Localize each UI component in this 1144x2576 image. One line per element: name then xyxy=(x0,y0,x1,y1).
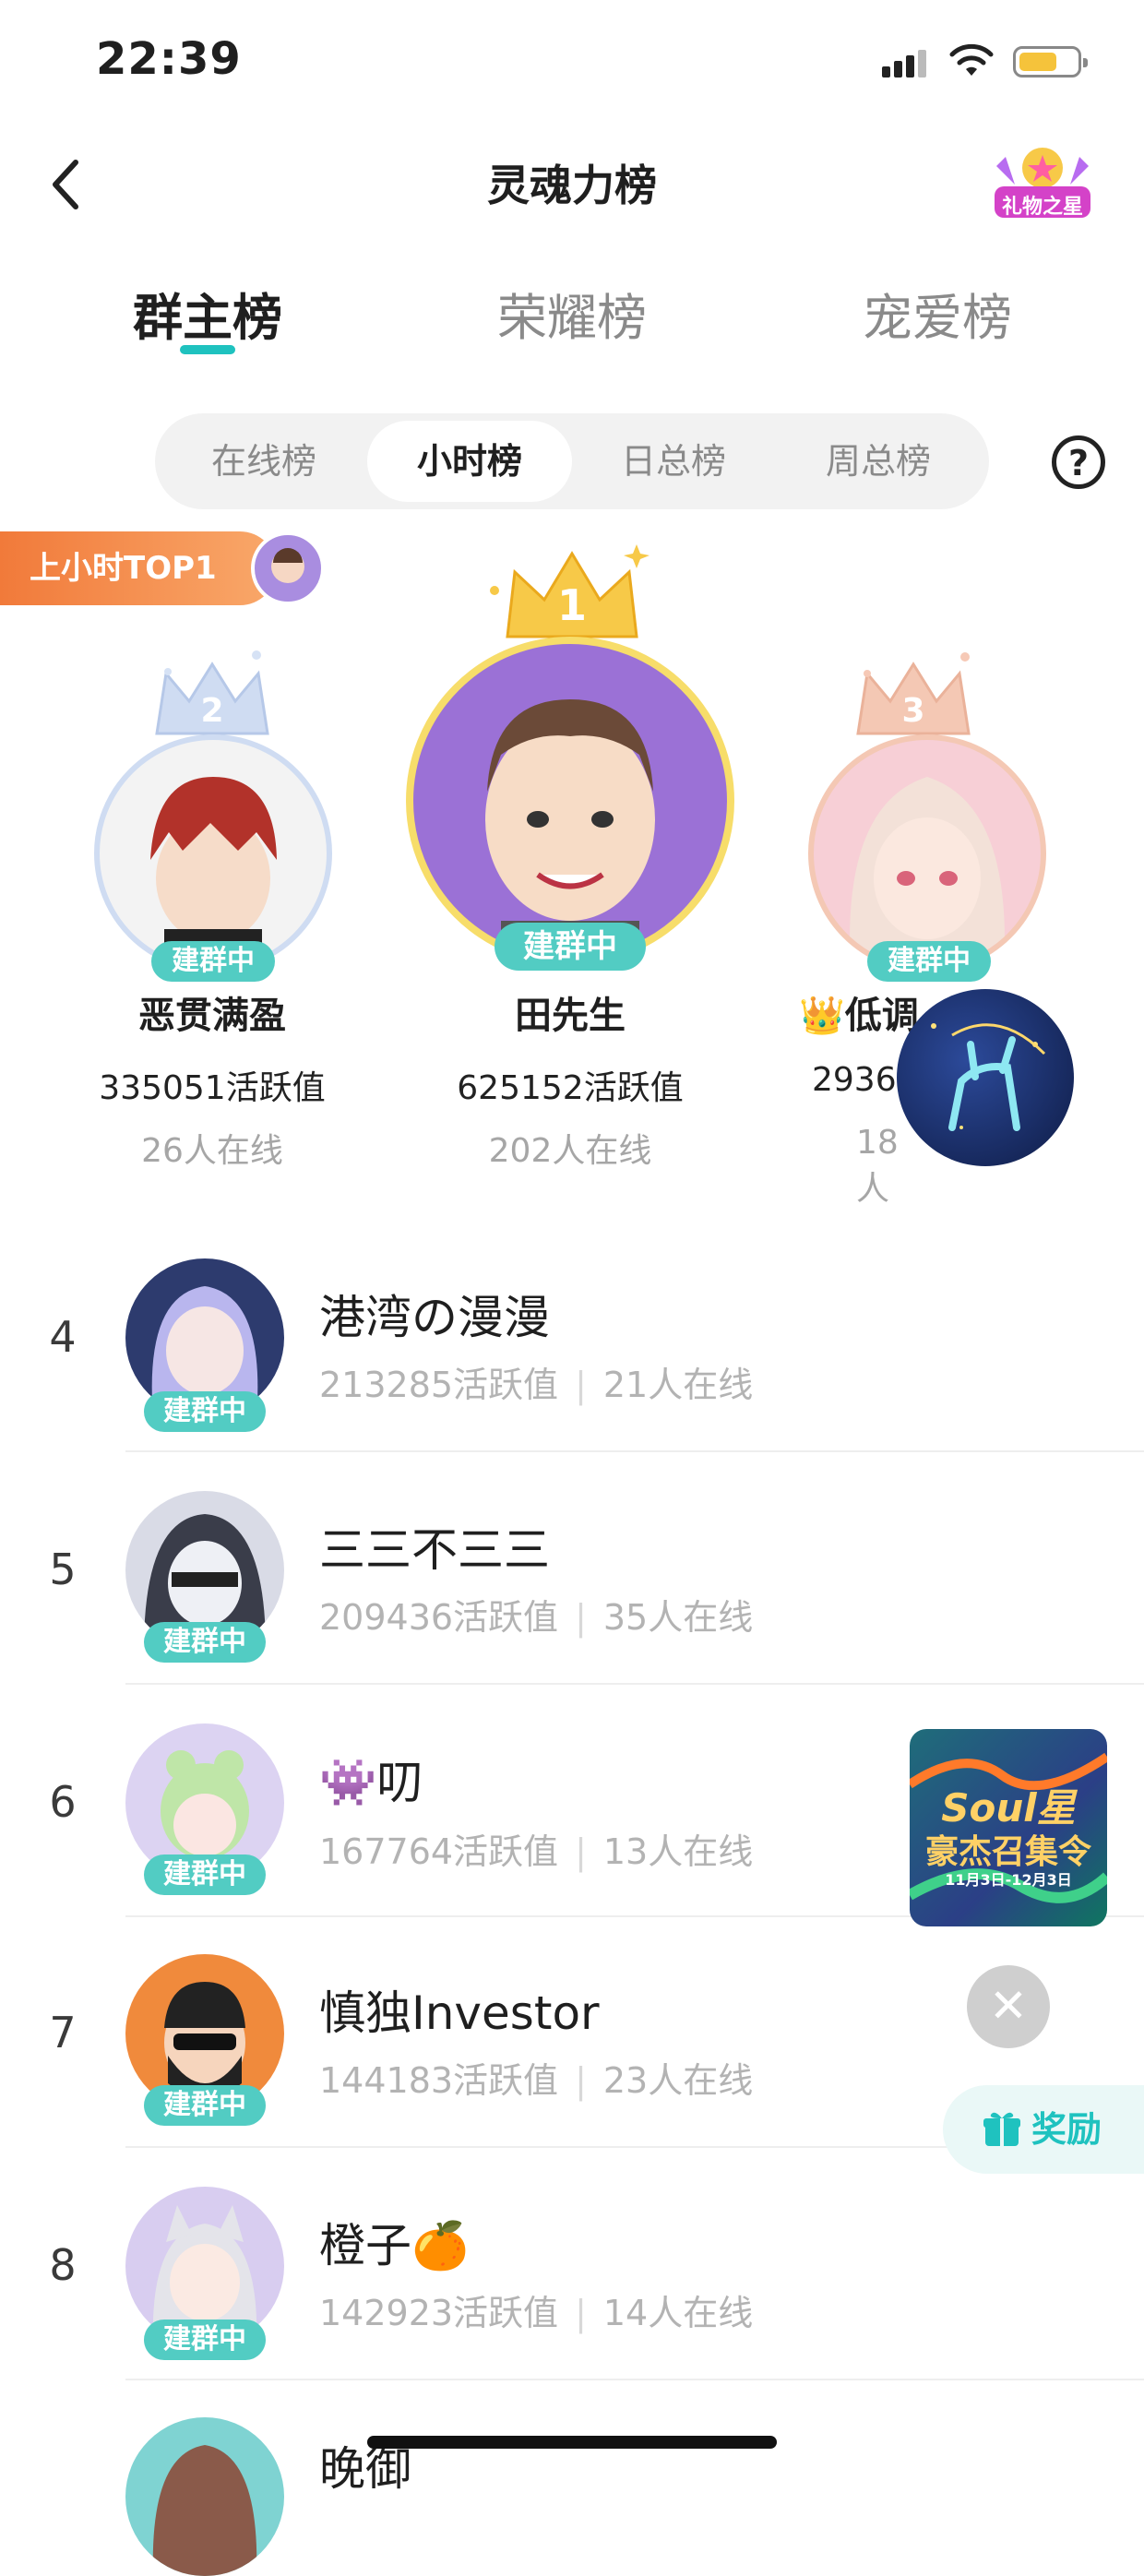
tab-favor[interactable]: 宠爱榜 xyxy=(817,277,1057,350)
floating-deer-widget[interactable] xyxy=(897,989,1074,1166)
row-divider xyxy=(125,2379,1144,2380)
list-building-badge: 建群中 xyxy=(144,1622,266,1663)
home-indicator[interactable] xyxy=(367,2436,777,2449)
list-online: 13人在线 xyxy=(602,1831,754,1872)
list-avatar[interactable] xyxy=(125,2417,284,2576)
subtab-online[interactable]: 在线榜 xyxy=(172,413,356,509)
list-rank: 6 xyxy=(49,1777,77,1827)
list-name[interactable]: 👾叨 xyxy=(319,1746,423,1812)
meta-separator: | xyxy=(575,1831,587,1872)
wifi-icon xyxy=(949,43,994,76)
list-meta: 167764活跃值 | 13人在线 xyxy=(319,1823,753,1874)
page-title: 灵魂力榜 xyxy=(487,161,657,210)
reward-label: 奖励 xyxy=(1031,2109,1102,2150)
list-score: 213285活跃值 xyxy=(319,1365,559,1405)
list-score: 209436活跃值 xyxy=(319,1597,559,1638)
meta-separator: | xyxy=(575,2060,587,2101)
deer-icon xyxy=(931,1023,1046,1131)
promo-dates: 11月3日-12月3日 xyxy=(945,1871,1072,1889)
podium-1-building-badge: 建群中 xyxy=(495,923,646,971)
list-online: 35人在线 xyxy=(602,1597,754,1638)
status-time: 22:39 xyxy=(96,33,242,85)
podium-2-avatar[interactable] xyxy=(94,734,332,972)
list-online: 21人在线 xyxy=(602,1365,754,1405)
crown-bronze-icon: 3 xyxy=(856,652,971,735)
podium-1-name[interactable]: 田先生 xyxy=(432,985,709,1039)
podium-2-score: 335051活跃值 xyxy=(99,1069,326,1107)
row-divider xyxy=(125,1683,1144,1685)
cellular-signal-icon xyxy=(882,50,928,78)
list-name[interactable]: 橙子🍊 xyxy=(319,2209,469,2275)
podium-2-online: 26人在线 xyxy=(141,1132,283,1170)
list-meta: 213285活跃值 | 21人在线 xyxy=(319,1356,753,1407)
active-tab-indicator xyxy=(180,345,235,354)
reward-button[interactable]: 奖励 xyxy=(943,2085,1144,2174)
svg-text:2: 2 xyxy=(200,692,223,730)
podium-3-avatar[interactable] xyxy=(808,734,1046,972)
list-building-badge: 建群中 xyxy=(144,2085,266,2126)
podium-2-name[interactable]: 恶贯满盈 xyxy=(74,985,351,1039)
meta-separator: | xyxy=(575,1365,587,1405)
top1-avatar[interactable] xyxy=(251,531,325,605)
battery-icon xyxy=(1013,46,1088,78)
list-name[interactable]: 港湾の漫漫 xyxy=(319,1281,550,1347)
list-rank: 5 xyxy=(49,1544,77,1594)
podium-1-score: 625152活跃值 xyxy=(457,1069,684,1107)
subtab-weekly[interactable]: 周总榜 xyxy=(786,413,971,509)
tab-honor[interactable]: 荣耀榜 xyxy=(452,277,692,350)
podium-1-online: 202人在线 xyxy=(488,1132,652,1170)
list-building-badge: 建群中 xyxy=(144,1391,266,1432)
gift-icon xyxy=(983,2112,1020,2146)
list-meta: 209436活跃值 | 35人在线 xyxy=(319,1589,753,1640)
podium-2-building-badge: 建群中 xyxy=(151,941,275,982)
list-meta: 142923活跃值 | 14人在线 xyxy=(319,2284,753,2335)
subtab-daily[interactable]: 日总榜 xyxy=(581,413,766,509)
podium-1-avatar[interactable] xyxy=(406,637,734,965)
list-rank: 8 xyxy=(49,2240,77,2290)
list-name[interactable]: 三三不三三 xyxy=(319,1513,550,1580)
tab-group-owner[interactable]: 群主榜 xyxy=(88,277,328,350)
svg-text:1: 1 xyxy=(557,580,587,630)
crown-silver-icon: 2 xyxy=(155,650,269,735)
soul-star-promo-card[interactable]: Soul星 豪杰召集令 11月3日-12月3日 xyxy=(910,1729,1107,1926)
gift-star-button[interactable]: 礼物之星 xyxy=(987,138,1098,221)
meta-separator: | xyxy=(575,1597,587,1638)
list-score: 144183活跃值 xyxy=(319,2060,559,2101)
list-rank: 7 xyxy=(49,2008,77,2057)
close-promo-button[interactable]: ✕ xyxy=(967,1965,1050,2048)
podium-3-building-badge: 建群中 xyxy=(867,941,991,982)
list-score: 142923活跃值 xyxy=(319,2293,559,2333)
subtab-hourly[interactable]: 小时榜 xyxy=(367,421,572,502)
list-building-badge: 建群中 xyxy=(144,1854,266,1895)
list-name[interactable]: 慎独Investor xyxy=(319,1976,600,2043)
svg-text:3: 3 xyxy=(901,692,924,730)
list-meta: 144183活跃值 | 23人在线 xyxy=(319,2052,753,2103)
gift-star-label: 礼物之星 xyxy=(1001,196,1083,219)
list-building-badge: 建群中 xyxy=(144,2320,266,2360)
help-icon[interactable]: ? xyxy=(1052,435,1105,489)
list-online: 14人在线 xyxy=(602,2293,754,2333)
last-hour-top1-badge[interactable]: 上小时TOP1 xyxy=(0,531,277,605)
list-score: 167764活跃值 xyxy=(319,1831,559,1872)
crown-gold-icon: 1 xyxy=(490,544,649,638)
promo-subtitle: 豪杰召集令 xyxy=(924,1833,1091,1871)
list-rank: 4 xyxy=(49,1312,77,1362)
row-divider xyxy=(125,1450,1144,1452)
list-online: 23人在线 xyxy=(602,2060,754,2101)
meta-separator: | xyxy=(575,2293,587,2333)
